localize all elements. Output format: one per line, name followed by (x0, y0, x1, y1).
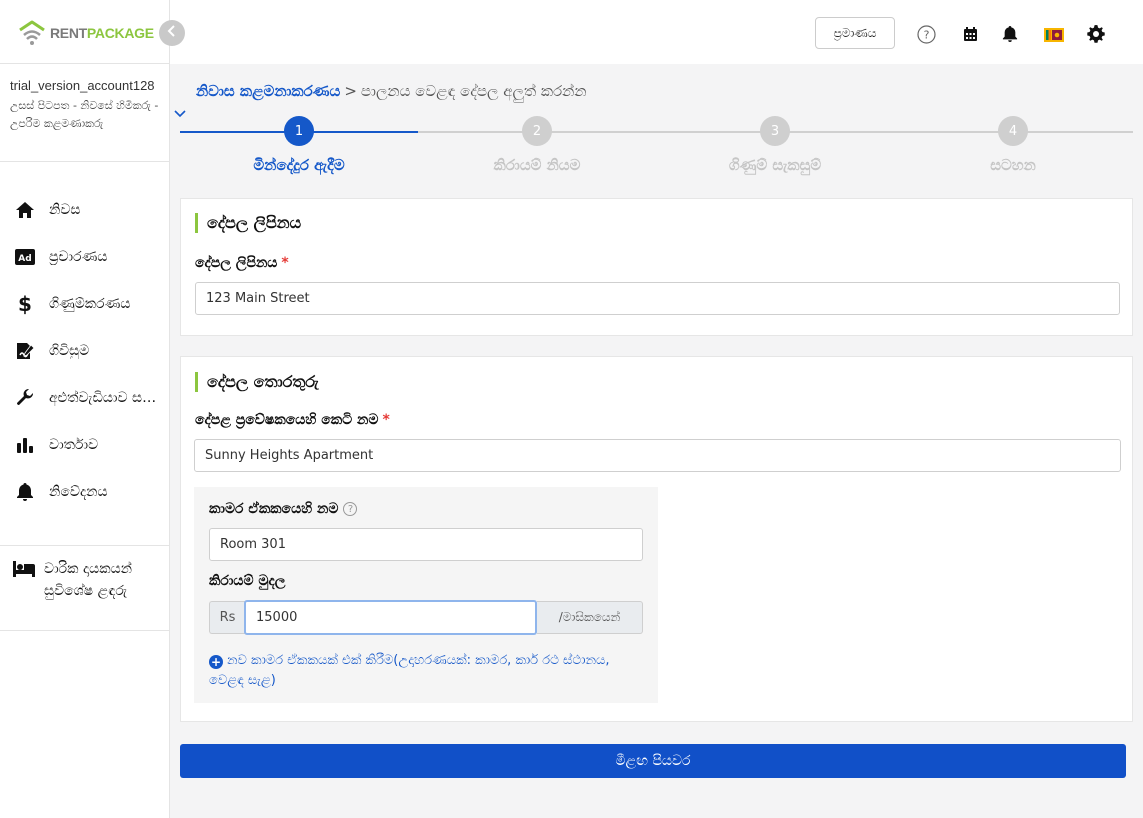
help-icon[interactable]: ? (916, 24, 936, 44)
sidebar: RENTPACKAGE trial_version_account128 උසස… (0, 0, 170, 818)
sidebar-item-report[interactable]: වාර්තාව (0, 421, 169, 468)
sidebar-item-label: වාර්තාව (49, 436, 99, 453)
gear-icon[interactable] (1086, 24, 1106, 44)
calendar-icon[interactable] (960, 24, 980, 44)
flag-icon[interactable] (1044, 25, 1064, 45)
sidebar-item-label: ප්‍රචාරණය (49, 248, 108, 265)
logo-row: RENTPACKAGE (0, 0, 169, 64)
plus-circle-icon: + (209, 655, 223, 669)
sidebar-item-contract[interactable]: ගිවිසුම (0, 327, 169, 374)
step-4[interactable]: 4 සටහන (894, 116, 1132, 174)
breadcrumb: නිවාස කළමනාකරණය > පාලනය වෙළඳ දේපල අලුත් කර… (196, 82, 587, 100)
sidebar-item-label: අළුත්වැඩියාව සහ නඩත්තුව (49, 389, 167, 406)
sidebar-item-label: නිවේදනය (49, 483, 108, 500)
sidebar-item-notification[interactable]: නිවේදනය (0, 468, 169, 515)
account-info: trial_version_account128 උසස් පිටපත - නි… (0, 64, 169, 162)
main-content: නිවාස කළමනාකරණය > පාලනය වෙළඳ දේපල අලුත් කර… (170, 64, 1143, 818)
sidebar-item-label: ගිවිසුම (49, 342, 90, 359)
bell-icon[interactable] (1000, 24, 1020, 44)
rent-amount-label: කිරායම් මුදල (209, 573, 286, 589)
authorization-button[interactable]: ප්‍රමාණය (815, 17, 895, 49)
logo[interactable]: RENTPACKAGE (18, 20, 154, 46)
address-input[interactable] (195, 282, 1120, 315)
step-1[interactable]: 1 මින්දේදුර ඇදීම (180, 116, 418, 174)
address-card: දේපල ලිපිනය දේපල ලිපිනය * (180, 198, 1133, 336)
period-addon: /මාසිකයෙන් (537, 601, 643, 634)
currency-addon: Rs (209, 601, 245, 634)
contract-icon (14, 340, 36, 362)
step-number: 2 (522, 116, 552, 146)
step-number: 1 (284, 116, 314, 146)
wifi-home-logo-icon (19, 20, 45, 45)
required-mark: * (382, 412, 390, 428)
step-label: සටහන (990, 156, 1036, 174)
dollar-icon: $ (18, 291, 32, 316)
property-info-card: දේපල තොරතුරු දේපළ ප්‍රවේෂකයෙහි කෙටි නම * … (180, 356, 1133, 722)
collapse-sidebar-button[interactable] (159, 20, 185, 46)
address-label-text: දේපල ලිපිනය (195, 255, 278, 271)
sidebar-nav: නිවස Ad ප්‍රචාරණය $ ගිණුම්කරණය ගිවිසුම අ… (0, 162, 169, 515)
unit-name-input[interactable] (209, 528, 643, 561)
sidebar-item-premium-offers[interactable]: වාරික දායකයන් සුවිශේෂ ළඳරු (0, 545, 170, 631)
step-label: කිරායම් නියම (493, 156, 581, 174)
sidebar-item-home[interactable]: නිවස (0, 186, 169, 233)
unit-name-label-text: කාමර ඒකකයෙහි නම (209, 501, 339, 517)
step-label: මින්දේදුර ඇදීම (253, 156, 345, 174)
bell-icon (14, 481, 36, 503)
property-name-label: දේපළ ප්‍රවේෂකයෙහි කෙටි නම * (195, 412, 390, 428)
unit-name-label: කාමර ඒකකයෙහි නම? (209, 501, 358, 517)
help-icon[interactable]: ? (343, 502, 358, 516)
next-step-button[interactable]: මීළඟ පියවර (180, 744, 1126, 778)
add-unit-link[interactable]: + නව කාමර ඒකකයක් එක් කිරීම(උදාහරණයක්: කාම… (209, 651, 629, 691)
step-number: 4 (998, 116, 1028, 146)
top-bar: ප්‍රමාණය ? (170, 0, 1143, 64)
sidebar-item-label: ගිණුම්කරණය (49, 295, 131, 312)
svg-text:Ad: Ad (18, 254, 31, 264)
svg-text:?: ? (923, 28, 929, 41)
account-role: උසස් පිටපත - නිවසේ හිමිකරු - උපරිම කළමණා… (10, 99, 159, 130)
breadcrumb-parent-link[interactable]: නිවාස කළමනාකරණය (196, 82, 340, 100)
add-unit-label: නව කාමර ඒකකයක් එක් කිරීම(උදාහරණයක්: කාමර… (209, 653, 610, 688)
property-name-label-text: දේපළ ප්‍රවේෂකයෙහි කෙටි නම (195, 412, 379, 428)
required-mark: * (281, 255, 289, 271)
address-card-title: දේපල ලිපිනය (195, 213, 301, 233)
logo-text-rent: RENT (50, 25, 87, 41)
rent-amount-input[interactable] (244, 600, 537, 635)
sidebar-item-accounting[interactable]: $ ගිණුම්කරණය (0, 280, 169, 327)
home-icon (14, 199, 36, 221)
room-unit-box: කාමර ඒකකයෙහි නම? කිරායම් මුදල Rs /මාසිකය… (194, 487, 658, 703)
breadcrumb-separator: > (344, 82, 357, 100)
property-name-input[interactable] (194, 439, 1121, 472)
breadcrumb-current: පාලනය වෙළඳ දේපල අලුත් කරන්න (360, 82, 587, 100)
step-2[interactable]: 2 කිරායම් නියම (418, 116, 656, 174)
logo-text-package: PACKAGE (86, 25, 154, 41)
wrench-icon (14, 387, 36, 409)
ad-icon: Ad (14, 246, 36, 268)
sidebar-item-maintenance[interactable]: අළුත්වැඩියාව සහ නඩත්තුව (0, 374, 169, 421)
step-label: ගිණුම් සැකසුම් (728, 156, 822, 174)
chevron-left-icon (167, 25, 177, 41)
chart-icon (14, 434, 36, 456)
address-field-label: දේපල ලිපිනය * (195, 255, 289, 271)
bed-icon (12, 560, 36, 622)
step-3[interactable]: 3 ගිණුම් සැකසුම් (656, 116, 894, 174)
property-info-title: දේපල තොරතුරු (195, 372, 319, 392)
step-number: 3 (760, 116, 790, 146)
logo-text: RENTPACKAGE (50, 25, 154, 41)
account-name: trial_version_account128 (10, 78, 155, 93)
sidebar-item-advertising[interactable]: Ad ප්‍රචාරණය (0, 233, 169, 280)
sidebar-item-label: නිවස (49, 201, 81, 218)
offers-label: වාරික දායකයන් සුවිශේෂ ළඳරු (44, 561, 133, 599)
stepper: 1 මින්දේදුර ඇදීම 2 කිරායම් නියම 3 ගිණුම්… (180, 116, 1133, 176)
